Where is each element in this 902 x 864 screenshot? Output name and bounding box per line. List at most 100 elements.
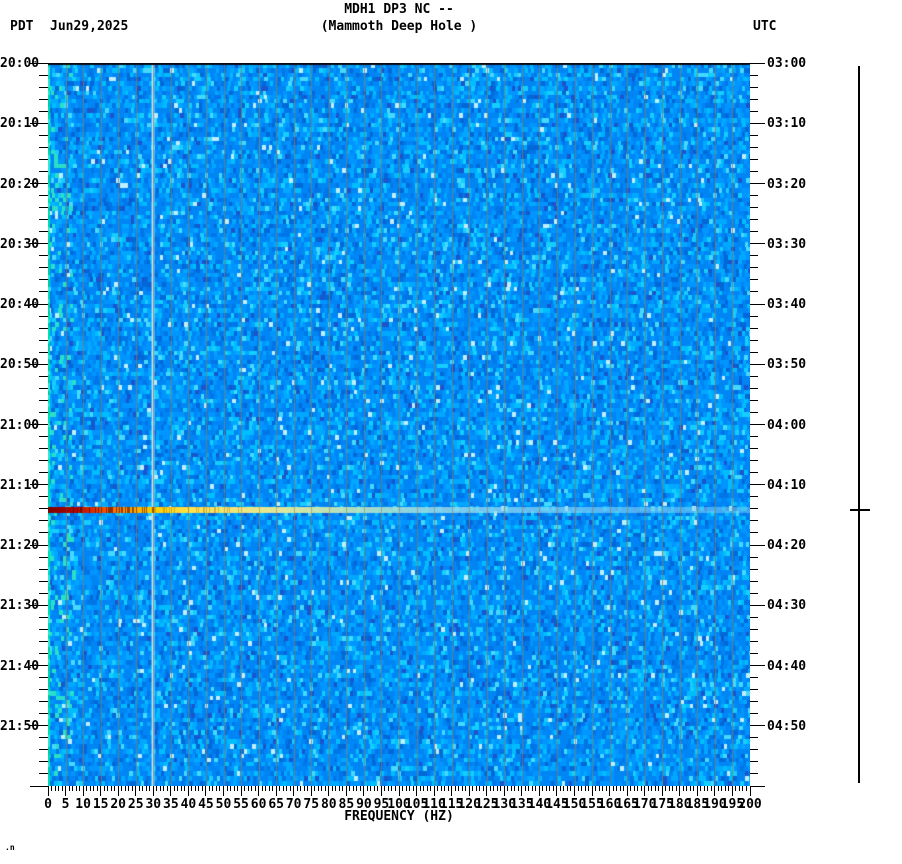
left-axis-tick (39, 508, 48, 510)
frequency-axis-tick (328, 786, 330, 796)
right-axis-tick (750, 243, 765, 245)
frequency-axis-tick (458, 786, 460, 791)
right-axis-tick (750, 411, 758, 413)
right-axis-tick (750, 484, 765, 486)
frequency-axis-tick (331, 786, 333, 791)
frequency-axis-tick (254, 786, 256, 791)
left-axis-tick (39, 351, 48, 353)
frequency-axis-tick (517, 786, 519, 791)
frequency-axis-tick (82, 786, 84, 796)
left-axis-tick (30, 785, 48, 787)
left-axis-tick (39, 411, 48, 413)
left-axis-tick (39, 219, 48, 221)
frequency-axis-tick (293, 786, 295, 796)
right-axis-tick (750, 146, 758, 148)
frequency-axis-tick (352, 786, 354, 791)
left-axis-tick (39, 652, 48, 654)
frequency-axis-tick (107, 786, 109, 791)
frequency-axis-tick (426, 786, 428, 791)
frequency-axis-tick (531, 786, 533, 791)
frequency-axis-tick (173, 786, 175, 791)
frequency-axis-tick (338, 786, 340, 791)
frequency-axis-tick (103, 786, 105, 791)
right-axis-tick (750, 219, 758, 221)
frequency-axis-tick (489, 786, 491, 791)
left-axis-tick (39, 677, 48, 679)
right-axis-tick (750, 436, 758, 438)
frequency-axis-tick (598, 786, 600, 791)
right-axis-tick (750, 170, 758, 172)
left-axis-tick (39, 134, 48, 136)
plot-titles: MDH1 DP3 NC -- (Mammoth Deep Hole ) (48, 1, 750, 35)
frequency-axis-tick (380, 786, 382, 796)
frequency-axis-tick (51, 786, 52, 791)
frequency-axis-tick (405, 786, 407, 791)
right-axis-tick (750, 122, 765, 124)
frequency-axis-tick (205, 786, 207, 796)
frequency-axis-tick (742, 786, 744, 791)
left-axis-tick (39, 628, 48, 630)
frequency-axis-tick (412, 786, 414, 791)
frequency-axis-tick (96, 786, 98, 791)
frequency-axis-tick (366, 786, 368, 791)
left-axis-tick (39, 520, 48, 522)
right-axis-tick (750, 761, 758, 763)
left-axis-time-label: 21:40 (0, 658, 40, 674)
frequency-axis-tick (191, 786, 193, 791)
frequency-axis-tick (486, 786, 488, 796)
frequency-axis-tick (651, 786, 653, 791)
frequency-axis-tick (563, 786, 565, 791)
left-axis-tick (39, 291, 48, 293)
frequency-axis-tick (286, 786, 288, 791)
frequency-axis-tick (447, 786, 449, 791)
frequency-axis-tick (275, 786, 277, 796)
right-axis-tick (750, 387, 758, 389)
frequency-axis-tick (247, 786, 249, 791)
frequency-axis-tick (524, 786, 526, 791)
frequency-axis-tick (570, 786, 572, 791)
frequency-axis-tick (402, 786, 403, 791)
right-axis-tick (750, 749, 758, 751)
frequency-axis-tick (131, 786, 133, 791)
frequency-axis-tick (124, 786, 126, 791)
right-axis-tick (750, 677, 758, 679)
right-axis-time-label: 04:40 (767, 658, 807, 674)
frequency-axis-tick (86, 786, 88, 791)
frequency-axis-tick (65, 786, 67, 796)
right-axis-tick (750, 327, 758, 329)
frequency-axis-tick (710, 786, 712, 791)
frequency-axis-tick (258, 786, 260, 796)
frequency-axis-tick (303, 786, 305, 791)
right-axis-tick (750, 207, 758, 209)
frequency-axis-tick (647, 786, 649, 791)
left-axis-tick (39, 701, 48, 703)
frequency-axis-tick (345, 786, 347, 796)
left-axis-tick (39, 267, 48, 269)
frequency-axis-tick (75, 786, 77, 791)
station-subtitle: (Mammoth Deep Hole ) (320, 19, 478, 34)
frequency-axis-tick (198, 786, 200, 791)
right-axis-tick (750, 158, 758, 160)
left-axis-tick (39, 472, 48, 474)
frequency-axis-tick (574, 786, 575, 796)
frequency-axis-tick (68, 786, 70, 791)
frequency-axis-tick (637, 786, 639, 791)
frequency-axis-tick (79, 786, 81, 791)
frequency-axis-tick (661, 786, 663, 796)
frequency-axis-tick (577, 786, 579, 791)
frequency-axis-tick (128, 786, 130, 791)
frequency-axis-tick (177, 786, 179, 791)
left-axis-time-label: 21:50 (0, 718, 40, 734)
left-axis-time-label: 21:10 (0, 477, 40, 493)
frequency-axis-tick (233, 786, 235, 791)
right-axis-tick (750, 532, 758, 534)
frequency-axis-tick (475, 786, 477, 791)
frequency-axis-tick (356, 786, 358, 791)
corner-footnote: .n (5, 843, 15, 852)
right-axis-tick (750, 231, 758, 233)
frequency-axis-tick (47, 786, 49, 796)
frequency-axis-tick (528, 786, 530, 791)
right-axis-time-label: 04:00 (767, 417, 807, 433)
frequency-axis-tick (465, 786, 467, 791)
frequency-axis-tick (310, 786, 312, 796)
